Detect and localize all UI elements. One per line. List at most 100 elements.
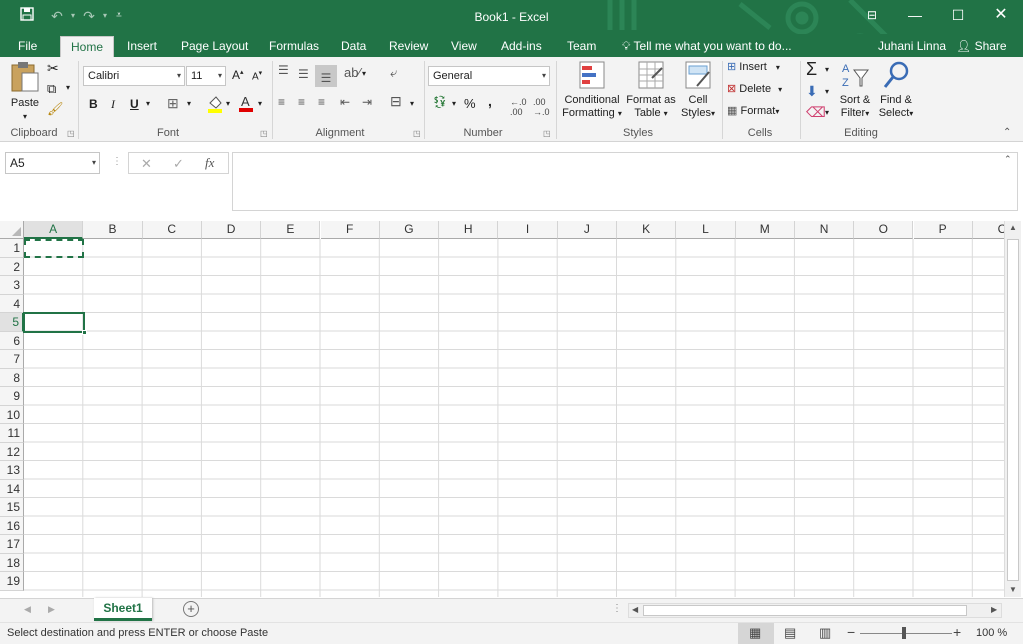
- italic-button[interactable]: I: [111, 97, 115, 112]
- format-painter-icon[interactable]: 🖌︎: [47, 101, 64, 117]
- scroll-down-icon[interactable]: ▼: [1009, 585, 1017, 594]
- font-launcher-icon[interactable]: ◳: [260, 129, 268, 138]
- comma-style-button[interactable]: ,: [488, 93, 492, 109]
- next-sheet-icon[interactable]: ▶: [48, 604, 55, 615]
- delete-cells-button[interactable]: ⊠ Delete ▾: [727, 83, 797, 99]
- column-header[interactable]: L: [676, 221, 736, 239]
- orientation-icon[interactable]: ab⁄: [344, 65, 361, 80]
- tab-team[interactable]: Team: [561, 36, 602, 58]
- find-select-button[interactable]: Find & Select▾: [876, 60, 916, 124]
- top-align-icon[interactable]: ☰: [278, 63, 289, 77]
- merge-center-icon[interactable]: ⊟: [390, 93, 402, 110]
- number-format-select[interactable]: General ▾: [428, 66, 550, 86]
- fill-dropdown-icon[interactable]: ▾: [825, 87, 829, 96]
- page-layout-view-icon[interactable]: ▤: [784, 625, 796, 641]
- row-header[interactable]: 11: [0, 424, 24, 443]
- zoom-slider-thumb[interactable]: [902, 627, 906, 639]
- cell-styles-button[interactable]: Cell Styles▾: [678, 60, 718, 124]
- percent-style-button[interactable]: %: [464, 96, 476, 111]
- format-cells-button[interactable]: ▦ Format▾: [727, 105, 797, 121]
- column-header[interactable]: B: [83, 221, 143, 239]
- formula-input[interactable]: [232, 152, 1018, 211]
- column-header[interactable]: C: [142, 221, 202, 239]
- row-header[interactable]: 7: [0, 350, 24, 369]
- alignment-launcher-icon[interactable]: ◳: [413, 129, 421, 138]
- tell-me-box[interactable]: 💡︎ Tell me what you want to do...: [616, 36, 798, 58]
- insert-function-button[interactable]: fx: [205, 155, 214, 171]
- row-header[interactable]: 15: [0, 498, 24, 517]
- font-size-select[interactable]: 11 ▾: [186, 66, 226, 86]
- row-header[interactable]: 18: [0, 553, 24, 572]
- font-color-dropdown-icon[interactable]: ▾: [258, 99, 262, 108]
- vertical-scroll-thumb[interactable]: [1007, 239, 1019, 581]
- middle-align-icon[interactable]: ☰: [298, 67, 309, 81]
- page-break-view-icon[interactable]: ▥: [819, 625, 831, 641]
- column-header[interactable]: G: [379, 221, 440, 239]
- tab-data[interactable]: Data: [335, 36, 372, 58]
- format-as-table-button[interactable]: Format as Table ▾: [624, 60, 678, 124]
- scroll-left-icon[interactable]: ◀: [632, 605, 638, 614]
- currency-dropdown-icon[interactable]: ▾: [452, 99, 456, 108]
- conditional-formatting-button[interactable]: Conditional Formatting ▾: [560, 60, 624, 124]
- row-header[interactable]: 16: [0, 516, 24, 535]
- decrease-decimal-icon[interactable]: .00 →.0: [533, 97, 550, 117]
- minimize-button[interactable]: —: [893, 0, 937, 30]
- column-header[interactable]: D: [201, 221, 262, 239]
- column-header[interactable]: P: [913, 221, 973, 239]
- ribbon-display-options-icon[interactable]: ⊟: [850, 0, 894, 30]
- tab-view[interactable]: View: [445, 36, 483, 58]
- cancel-icon[interactable]: ✕: [141, 156, 152, 172]
- copy-icon[interactable]: ⧉: [47, 81, 56, 97]
- underline-dropdown-icon[interactable]: ▾: [146, 99, 150, 108]
- tab-split-icon[interactable]: ⋮: [612, 603, 622, 614]
- clear-icon[interactable]: ⌫: [806, 104, 826, 121]
- close-button[interactable]: ✕: [979, 0, 1023, 30]
- wrap-text-icon[interactable]: ⤶: [390, 65, 397, 81]
- currency-icon[interactable]: 💱︎: [432, 95, 447, 109]
- bottom-align-icon[interactable]: ☰: [315, 65, 337, 87]
- row-header[interactable]: 10: [0, 405, 24, 424]
- horizontal-scroll-thumb[interactable]: [643, 605, 967, 616]
- row-header[interactable]: 17: [0, 535, 24, 554]
- normal-view-button[interactable]: ▦: [738, 623, 774, 644]
- column-header[interactable]: A: [24, 221, 84, 239]
- horizontal-scrollbar[interactable]: ◀ ▶: [628, 603, 1002, 618]
- scroll-right-icon[interactable]: ▶: [991, 605, 997, 614]
- vertical-scrollbar[interactable]: ▲ ▼: [1004, 221, 1021, 597]
- bold-button[interactable]: B: [89, 97, 98, 111]
- column-header[interactable]: J: [557, 221, 617, 239]
- column-header[interactable]: O: [854, 221, 914, 239]
- fill-icon[interactable]: ⬇: [806, 83, 818, 100]
- orientation-dropdown-icon[interactable]: ▾: [362, 69, 366, 78]
- row-header[interactable]: 4: [0, 294, 24, 313]
- tab-formulas[interactable]: Formulas: [263, 36, 325, 58]
- cut-icon[interactable]: ✂: [47, 60, 59, 77]
- decrease-indent-icon[interactable]: ⇤: [340, 95, 350, 109]
- fill-handle[interactable]: [82, 330, 87, 335]
- row-header[interactable]: 12: [0, 442, 24, 461]
- worksheet-grid[interactable]: ABCDEFGHIJKLMNOPC 1 2 3 4 5 6 7 8 9 10 11 12 13 14 15 1…: [0, 221, 1004, 597]
- align-left-icon[interactable]: ≡: [278, 95, 285, 109]
- tab-add-ins[interactable]: Add-ins: [495, 36, 548, 58]
- maximize-button[interactable]: ☐: [936, 0, 980, 30]
- row-header[interactable]: 3: [0, 276, 24, 295]
- align-center-icon[interactable]: ≡: [298, 95, 305, 109]
- row-header[interactable]: 14: [0, 479, 24, 498]
- row-header[interactable]: 13: [0, 461, 24, 480]
- new-sheet-icon[interactable]: +: [183, 601, 199, 617]
- number-launcher-icon[interactable]: ◳: [543, 129, 551, 138]
- row-header[interactable]: 9: [0, 387, 24, 406]
- zoom-in-icon[interactable]: +: [953, 624, 961, 640]
- collapse-formula-bar-icon[interactable]: ⌃: [1004, 154, 1012, 165]
- tab-home[interactable]: Home: [60, 36, 114, 59]
- sort-filter-button[interactable]: AZ Sort & Filter▾: [836, 60, 874, 124]
- column-header[interactable]: H: [439, 221, 499, 239]
- column-header[interactable]: F: [320, 221, 380, 239]
- clear-dropdown-icon[interactable]: ▾: [825, 108, 829, 117]
- row-header[interactable]: 8: [0, 368, 24, 387]
- increase-indent-icon[interactable]: ⇥: [362, 95, 372, 109]
- name-box[interactable]: A5 ▾: [5, 152, 100, 174]
- row-header[interactable]: 2: [0, 257, 24, 276]
- tab-file[interactable]: File: [12, 36, 43, 58]
- column-header[interactable]: C: [972, 221, 1004, 239]
